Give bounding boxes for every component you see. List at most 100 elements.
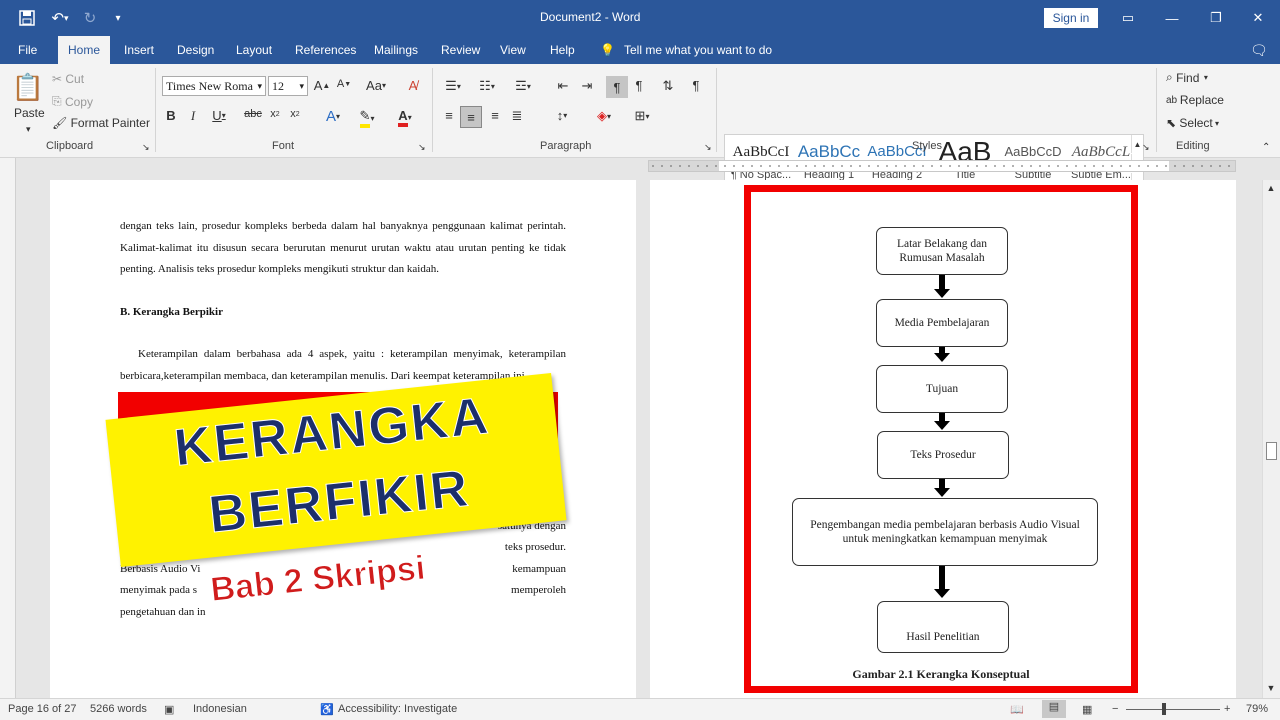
horizontal-ruler xyxy=(648,160,1236,172)
change-case-icon[interactable]: Aa ▾ xyxy=(364,78,388,93)
tab-home[interactable]: Home xyxy=(58,36,111,64)
font-color-icon[interactable]: A ▾ xyxy=(390,108,420,127)
text-fragments-left: Berbasis Audio Vi menyimak pada s penget… xyxy=(120,559,566,623)
divider xyxy=(432,68,433,152)
save-icon[interactable] xyxy=(14,0,40,36)
bold-icon[interactable]: B xyxy=(164,108,178,123)
dialog-launcher-icon[interactable]: ↘ xyxy=(1142,142,1150,153)
numbering-icon[interactable]: ☷ ▾ xyxy=(474,78,500,94)
flowchart-box: Tujuan xyxy=(876,365,1008,413)
dialog-launcher-icon[interactable]: ↘ xyxy=(418,142,426,153)
bullets-icon[interactable]: ☰ ▾ xyxy=(440,78,466,94)
dialog-launcher-icon[interactable]: ↘ xyxy=(142,142,150,153)
text-fragment: Berbasis Audio Vi xyxy=(120,563,201,575)
scroll-up-icon[interactable]: ▲ xyxy=(1265,182,1277,194)
subscript-icon[interactable]: x2 xyxy=(268,108,282,120)
superscript-icon[interactable]: x2 xyxy=(288,108,302,120)
borders-icon[interactable]: ⊞ ▾ xyxy=(628,108,656,124)
tab-insert[interactable]: Insert xyxy=(124,36,154,64)
sort-icon[interactable]: ⇅ xyxy=(660,78,676,94)
clear-formatting-icon[interactable]: A̸ xyxy=(404,78,422,93)
divider xyxy=(1156,68,1157,152)
minimize-icon[interactable]: — xyxy=(1150,0,1194,36)
show-marks-icon[interactable]: ¶ xyxy=(688,78,704,93)
justify-icon[interactable]: ≣ xyxy=(508,108,526,124)
accessibility-icon: ♿ xyxy=(320,704,334,716)
sign-in-button[interactable]: Sign in xyxy=(1044,8,1098,28)
ribbon-display-icon[interactable]: ▭ xyxy=(1106,0,1150,36)
scroll-down-icon[interactable]: ▼ xyxy=(1265,682,1277,694)
vertical-scrollbar[interactable]: ▲ ▼ xyxy=(1262,180,1280,698)
customize-qat-icon[interactable]: ▾ xyxy=(110,0,126,36)
read-mode-icon[interactable]: 📖 xyxy=(1010,703,1024,716)
proofing-icon[interactable]: ▣ xyxy=(164,703,174,716)
line-spacing-icon[interactable]: ↕ ▾ xyxy=(548,108,576,123)
restore-icon[interactable]: ❐ xyxy=(1194,0,1238,36)
language-indicator[interactable]: Indonesian xyxy=(193,703,247,715)
format-painter-button[interactable]: 🖌 Format Painter xyxy=(52,116,150,130)
paste-icon[interactable]: 📋 xyxy=(12,70,44,104)
align-center-icon[interactable]: ≡ xyxy=(460,106,482,128)
shading-icon[interactable]: ◈ ▾ xyxy=(590,108,618,124)
tab-review[interactable]: Review xyxy=(441,36,480,64)
font-size-combo[interactable]: 12 ▾ xyxy=(268,76,308,96)
scissors-icon: ✂ xyxy=(52,72,66,86)
zoom-out-icon[interactable]: − xyxy=(1112,703,1118,715)
collapse-ribbon-icon[interactable]: ⌃ xyxy=(1262,142,1270,153)
undo-icon[interactable]: ↶ ▾ xyxy=(44,0,76,36)
flowchart-box: Latar Belakang dan Rumusan Masalah xyxy=(876,227,1008,275)
tab-help[interactable]: Help xyxy=(550,36,575,64)
accessibility-status[interactable]: Accessibility: Investigate xyxy=(338,703,457,715)
tab-file[interactable]: File xyxy=(18,36,37,64)
flowchart-box: Media Pembelajaran xyxy=(876,299,1008,347)
scroll-thumb[interactable] xyxy=(1266,442,1277,460)
tab-design[interactable]: Design xyxy=(177,36,214,64)
increase-indent-icon[interactable]: ⇥ xyxy=(578,78,596,94)
italic-icon[interactable]: I xyxy=(186,108,200,124)
tab-mailings[interactable]: Mailings xyxy=(374,36,418,64)
styles-group-label: Styles xyxy=(912,140,942,152)
brush-icon: 🖌 xyxy=(52,116,71,130)
zoom-slider-thumb[interactable] xyxy=(1162,703,1166,715)
paste-dropdown-icon[interactable]: ▾ xyxy=(26,124,31,135)
align-right-icon[interactable]: ≡ xyxy=(486,108,504,123)
editing-group-label: Editing xyxy=(1176,140,1210,152)
copy-button[interactable]: ⎘ Copy xyxy=(52,94,93,109)
ltr-direction-icon[interactable]: ¶ xyxy=(606,76,628,98)
close-icon[interactable]: ✕ xyxy=(1236,0,1280,36)
strikethrough-icon[interactable]: abc xyxy=(244,108,262,120)
shrink-font-icon[interactable]: A ▼ xyxy=(336,78,352,90)
divider xyxy=(716,68,717,152)
tab-view[interactable]: View xyxy=(500,36,526,64)
comments-icon[interactable]: 🗨 xyxy=(1250,36,1268,64)
font-name-combo[interactable]: Times New Roma ▾ xyxy=(162,76,266,96)
tell-me-search[interactable]: Tell me what you want to do xyxy=(624,36,772,64)
replace-button[interactable]: ab Replace xyxy=(1166,93,1224,107)
decrease-indent-icon[interactable]: ⇤ xyxy=(554,78,572,94)
zoom-slider[interactable] xyxy=(1126,709,1220,710)
align-left-icon[interactable]: ≡ xyxy=(440,108,458,123)
grow-font-icon[interactable]: A ▲ xyxy=(314,78,331,93)
status-bar: Page 16 of 27 5266 words ▣ Indonesian ♿ … xyxy=(0,698,1280,720)
web-layout-icon[interactable]: ▦ xyxy=(1082,703,1092,716)
word-count[interactable]: 5266 words xyxy=(90,703,147,715)
underline-icon[interactable]: U ▾ xyxy=(208,108,230,123)
rtl-direction-icon[interactable]: ¶ xyxy=(630,78,648,93)
redo-icon[interactable]: ↻ xyxy=(80,0,100,36)
text-fragment: menyimak pada s xyxy=(120,584,197,597)
cut-button[interactable]: ✂ Cut xyxy=(52,72,84,86)
tab-references[interactable]: References xyxy=(295,36,356,64)
multilevel-list-icon[interactable]: ☲ ▾ xyxy=(508,78,538,94)
paste-button[interactable]: Paste xyxy=(14,106,45,120)
page-count[interactable]: Page 16 of 27 xyxy=(8,703,77,715)
find-button[interactable]: ⌕ Find ▾ xyxy=(1166,70,1208,85)
zoom-level[interactable]: 79% xyxy=(1246,703,1268,715)
select-button[interactable]: ⬉ Select ▾ xyxy=(1166,116,1219,130)
dialog-launcher-icon[interactable]: ↘ xyxy=(704,142,712,153)
zoom-in-icon[interactable]: + xyxy=(1224,703,1230,715)
paragraph-group-label: Paragraph xyxy=(540,140,592,152)
print-layout-icon[interactable]: ▤ xyxy=(1042,700,1066,718)
text-effects-icon[interactable]: A ▾ xyxy=(318,108,348,125)
highlight-icon[interactable]: ✎ ▾ xyxy=(352,108,382,128)
tab-layout[interactable]: Layout xyxy=(236,36,272,64)
